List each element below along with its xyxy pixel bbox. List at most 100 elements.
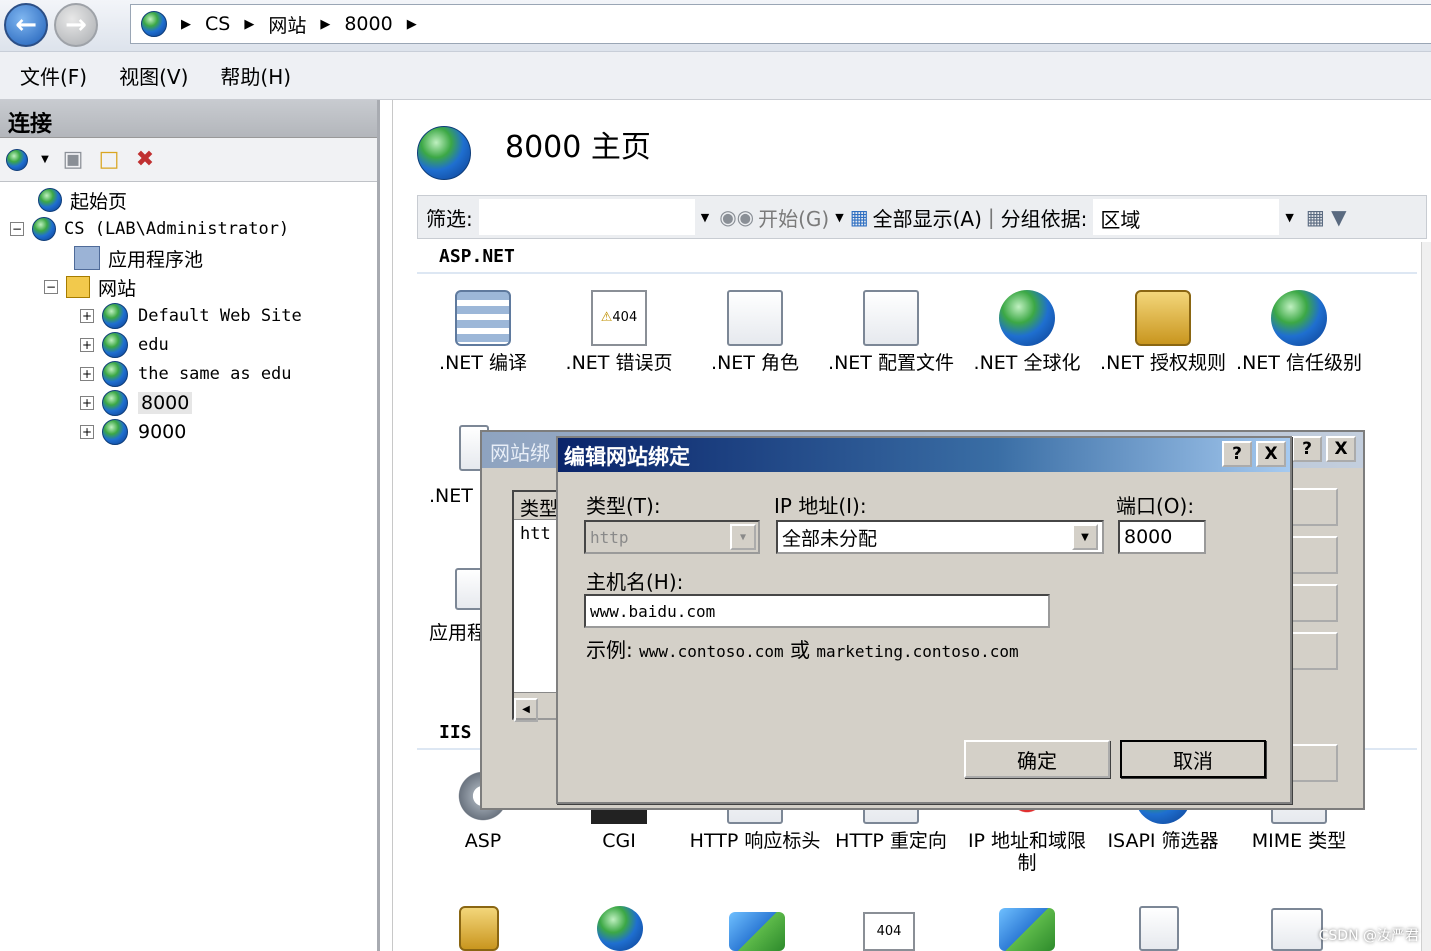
tree-item-site[interactable]: + 9000 <box>80 418 186 446</box>
error-404-icon[interactable]: 404 <box>863 912 915 951</box>
view-mode-icon[interactable]: ▦ ▼ <box>1306 205 1347 229</box>
show-all-icon: ▦ <box>849 205 869 229</box>
chevron-right-icon: ▶ <box>181 16 191 32</box>
tree-item-sites[interactable]: − 网站 <box>44 273 136 301</box>
edit-site-binding-dialog: 编辑网站绑定 ? X 类型(T): http ▼ IP 地址(I): 全部未分配… <box>556 436 1292 804</box>
help-button[interactable]: ? <box>1292 436 1322 462</box>
disconnect-icon[interactable]: ✖ <box>132 147 158 173</box>
chevron-down-icon: ▼ <box>730 524 756 550</box>
expand-icon[interactable]: + <box>80 367 94 381</box>
address-toolbar: ← → ▶ CS ▶ 网站 ▶ 8000 ▶ <box>0 0 1431 52</box>
tree-item-site[interactable]: + the same as edu <box>80 360 292 388</box>
show-all-button[interactable]: 全部显示(A) <box>873 203 982 232</box>
feature-net-profile[interactable]: .NET 配置文件 <box>825 290 957 374</box>
tree-item-site[interactable]: + edu <box>80 331 169 359</box>
breadcrumb-site[interactable]: 8000 <box>344 13 392 35</box>
handler-arrows-icon[interactable] <box>999 908 1055 951</box>
expand-icon[interactable]: + <box>80 425 94 439</box>
expand-icon[interactable]: + <box>80 338 94 352</box>
port-label: 端口(O): <box>1116 494 1195 518</box>
page-title: 8000 主页 <box>505 130 651 165</box>
filter-bar: 筛选: ▼ ◉◉ 开始(G) ▼ ▦ 全部显示(A) | 分组依据: 区域 ▼ … <box>417 195 1427 239</box>
chevron-down-icon[interactable]: ▼ <box>1285 211 1293 224</box>
hostname-input[interactable]: www.baidu.com <box>584 594 1050 628</box>
cancel-button[interactable]: 取消 <box>1120 740 1266 778</box>
close-dialog-button[interactable] <box>1290 744 1338 782</box>
site-globe-icon <box>102 332 128 358</box>
site-globe-icon <box>102 419 128 445</box>
collapse-icon[interactable]: − <box>10 222 24 236</box>
profile-icon <box>863 290 919 346</box>
port-input[interactable]: 8000 <box>1118 520 1206 554</box>
feature-net-compilation[interactable]: .NET 编译 <box>417 290 549 374</box>
menu-view[interactable]: 视图(V) <box>119 61 188 90</box>
lock-icon[interactable] <box>459 906 499 951</box>
site-globe-icon <box>102 361 128 387</box>
back-arrow-icon[interactable]: ← <box>4 3 48 47</box>
up-folder-icon[interactable]: □ <box>96 147 122 173</box>
dropdown-arrow-icon[interactable]: ▼ <box>40 147 50 173</box>
connections-title: 连接 <box>0 100 377 138</box>
breadcrumb-sites[interactable]: 网站 <box>268 11 306 38</box>
document-icon[interactable] <box>1139 906 1179 951</box>
webdav-icon[interactable] <box>597 906 643 951</box>
feature-net-roles[interactable]: .NET 角色 <box>689 290 821 374</box>
chevron-right-icon[interactable]: ▶ <box>320 17 330 32</box>
chevron-down-icon[interactable]: ▼ <box>835 211 843 224</box>
close-button[interactable]: X <box>1326 436 1356 462</box>
tree-item-app-pools[interactable]: 应用程序池 <box>74 244 203 272</box>
filter-input[interactable] <box>478 199 695 235</box>
menu-file[interactable]: 文件(F) <box>20 61 87 90</box>
chevron-right-icon[interactable]: ▶ <box>244 17 254 32</box>
hostname-example: 示例: www.contoso.com 或 marketing.contoso.… <box>586 638 1019 662</box>
site-globe-icon <box>102 390 128 416</box>
connections-toolbar: ▼ ▣ □ ✖ <box>0 138 377 182</box>
tree-item-site-selected[interactable]: + 8000 <box>80 389 193 417</box>
feature-net-authorization[interactable]: .NET 授权规则 <box>1097 290 1229 374</box>
help-button[interactable]: ? <box>1222 441 1252 467</box>
vertical-scrollbar[interactable] <box>1421 242 1431 951</box>
group-header-aspnet[interactable]: ASP.NET <box>417 240 1417 274</box>
chevron-right-icon[interactable]: ▶ <box>407 17 417 32</box>
lock-icon <box>1135 290 1191 346</box>
tree-item-server[interactable]: − CS (LAB\Administrator) <box>10 215 289 243</box>
browse-button[interactable] <box>1290 632 1338 670</box>
ok-button[interactable]: 确定 <box>964 740 1110 778</box>
feature-net-globalization[interactable]: .NET 全球化 <box>961 290 1093 374</box>
hostname-label: 主机名(H): <box>586 570 684 594</box>
log-icon[interactable] <box>1271 908 1323 951</box>
edit-button[interactable] <box>1290 536 1338 574</box>
scroll-left-icon[interactable]: ◀ <box>514 698 538 722</box>
divider: | <box>987 205 995 229</box>
filter-label: 筛选: <box>426 206 473 231</box>
compilation-icon <box>455 290 511 346</box>
feature-net-error-pages[interactable]: ⚠ 404 .NET 错误页 <box>553 290 685 374</box>
add-button[interactable] <box>1290 488 1338 526</box>
tree-item-start-page[interactable]: 起始页 <box>38 186 127 214</box>
sites-folder-icon <box>66 276 90 298</box>
expand-icon[interactable]: + <box>80 396 94 410</box>
group-by-label: 分组依据: <box>1000 206 1088 231</box>
remove-button[interactable] <box>1290 584 1338 622</box>
expand-icon[interactable]: + <box>80 309 94 323</box>
breadcrumb-server[interactable]: CS <box>205 13 230 35</box>
feature-net-trust-levels[interactable]: .NET 信任级别 <box>1233 290 1365 374</box>
arrows-icon[interactable] <box>729 912 785 951</box>
ip-address-select[interactable]: 全部未分配 ▼ <box>776 520 1104 554</box>
type-select: http ▼ <box>584 520 760 554</box>
group-by-select[interactable]: 区域 <box>1093 199 1280 235</box>
forward-arrow-icon[interactable]: → <box>54 3 98 47</box>
tree-item-site[interactable]: + Default Web Site <box>80 302 302 330</box>
save-icon[interactable]: ▣ <box>60 147 86 173</box>
server-icon <box>32 217 56 241</box>
menu-help[interactable]: 帮助(H) <box>220 61 291 90</box>
collapse-icon[interactable]: − <box>44 280 58 294</box>
start-filter-button[interactable]: 开始(G) <box>758 203 829 232</box>
address-bar[interactable]: ▶ CS ▶ 网站 ▶ 8000 ▶ <box>130 4 1431 44</box>
connections-panel: 连接 ▼ ▣ □ ✖ 起始页 − CS (LAB\Administrator) … <box>0 100 380 951</box>
chevron-down-icon[interactable]: ▼ <box>1072 524 1098 550</box>
connect-globe-icon[interactable] <box>4 147 30 173</box>
close-button[interactable]: X <box>1256 441 1286 467</box>
chevron-down-icon[interactable]: ▼ <box>701 211 709 224</box>
roles-icon <box>727 290 783 346</box>
